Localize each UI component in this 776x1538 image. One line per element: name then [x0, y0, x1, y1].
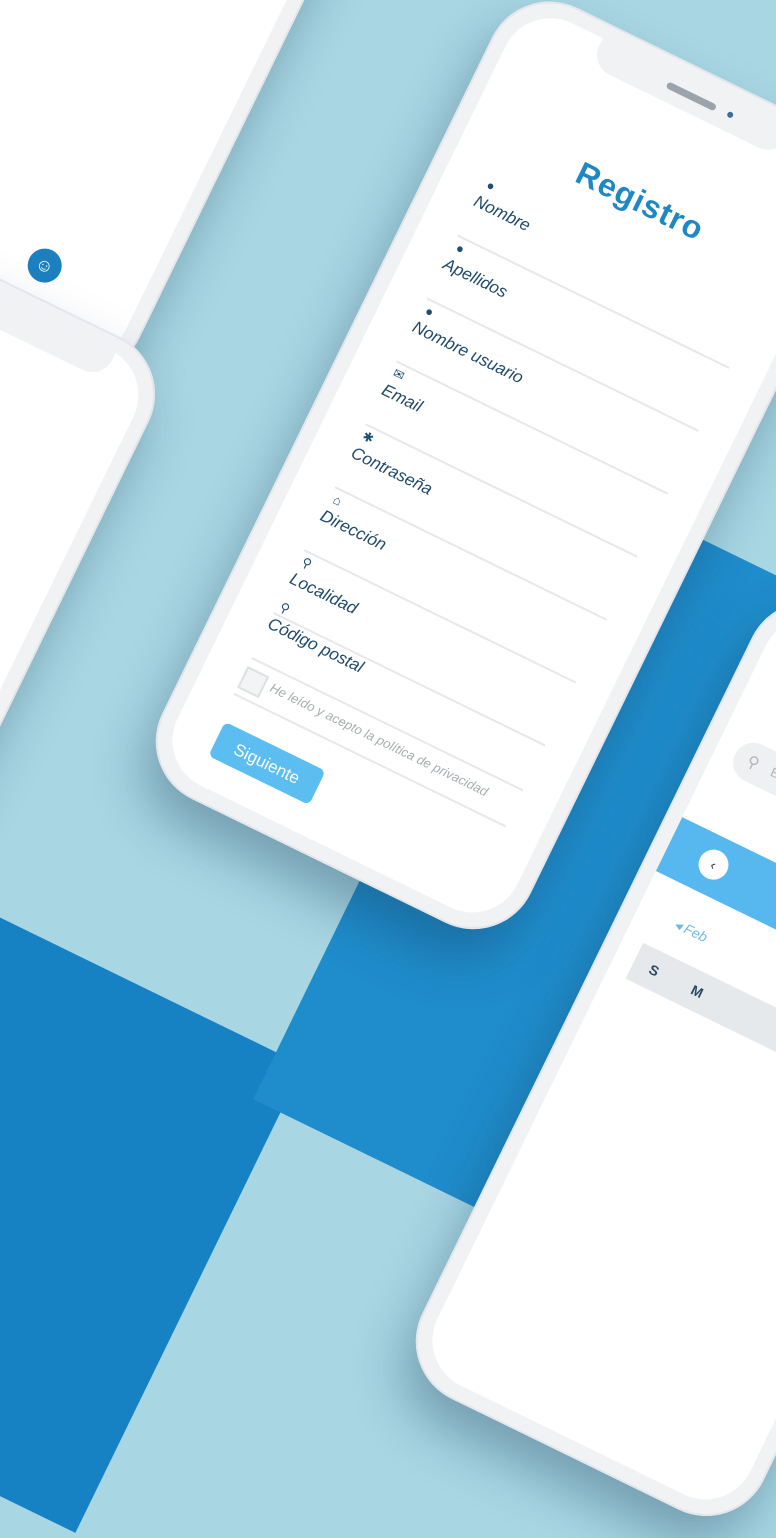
field-label: Apellidos	[440, 254, 511, 302]
privacy-checkbox[interactable]	[237, 666, 270, 699]
field-label: Contraseña	[348, 443, 436, 499]
calendar-month[interactable]: ◂ Feb	[671, 916, 711, 947]
field-label: Email	[378, 380, 426, 416]
weekday-label: M	[688, 981, 706, 1002]
next-button[interactable]: Siguiente	[208, 721, 326, 805]
calendar-weekday-header: S M	[625, 942, 776, 1114]
calendar-month-label: Feb	[681, 920, 711, 946]
background-band	[0, 820, 304, 1533]
field-label: Dirección	[317, 506, 390, 555]
header-pill	[765, 637, 776, 744]
field-label: Nombre	[470, 191, 534, 236]
profile-button[interactable]: ☺	[21, 242, 68, 289]
